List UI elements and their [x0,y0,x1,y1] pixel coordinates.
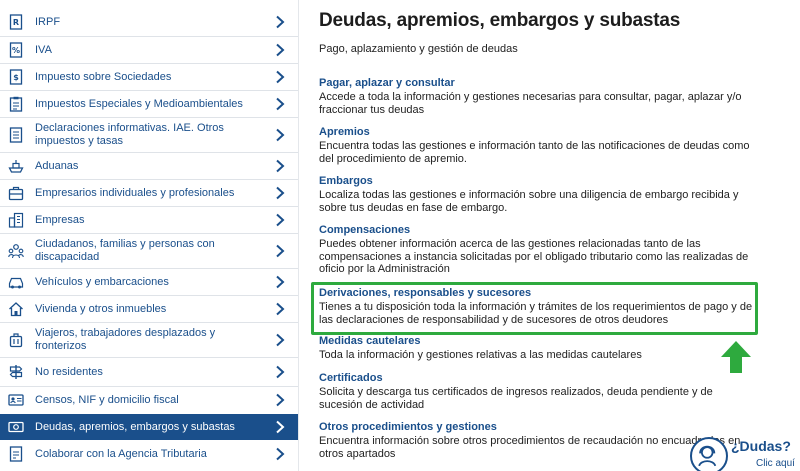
sidebar-item-iva[interactable]: % IVA [0,37,298,63]
briefcase-icon [8,186,24,201]
page-subtitle: Pago, aplazamiento y gestión de deudas [319,43,518,55]
section-link[interactable]: Compensaciones [319,224,759,237]
sidebar-item-label: Deudas, apremios, embargos y subastas [35,420,235,433]
people-icon [8,244,24,259]
sidebar-item-label: IRPF [35,15,61,28]
sidebar-item-label: Impuesto sobre Sociedades [35,70,172,83]
chevron-right-icon [276,244,285,258]
chevron-right-icon [276,393,285,407]
chevron-right-icon [276,420,285,434]
section-link[interactable]: Medidas cautelares [319,335,759,348]
sidebar-item-irpf[interactable]: R IRPF [0,8,298,36]
svg-text:%: % [12,46,20,55]
sidebar-item-viajeros[interactable]: Viajeros, trabajadores desplazados y fro… [0,323,298,357]
sidebar-item-vehiculos[interactable]: Vehículos y embarcaciones [0,269,298,295]
luggage-icon [9,333,23,348]
sidebar-item-label: Ciudadanos, familias y personas con disc… [35,238,215,263]
sidebar-item-no-residentes[interactable]: No residentes [0,358,298,386]
section-description: Tienes a tu disposición toda la informac… [319,301,753,326]
chevron-right-icon [276,43,285,57]
sidebar-item-label: Vehículos y embarcaciones [35,275,169,288]
money-icon [8,421,24,433]
chevron-right-icon [276,447,285,461]
section-description: Puedes obtener información acerca de las… [319,238,749,276]
help-click[interactable]: Clic aquí [756,458,795,469]
section-description: Toda la información y gestiones relativa… [319,349,642,361]
section-certificados: Certificados Solicita y descarga tus cer… [319,372,759,411]
car-icon [8,277,24,289]
id-card-icon [8,394,24,406]
section-link[interactable]: Derivaciones, responsables y sucesores [319,287,759,300]
page-title: Deudas, apremios, embargos y subastas [319,10,681,31]
section-link[interactable]: Apremios [319,126,759,139]
section-embargos: Embargos Localiza todas las gestiones e … [319,175,759,214]
sidebar-item-declaraciones[interactable]: Declaraciones informativas. IAE. Otros i… [0,118,298,152]
section-description: Solicita y descarga tus certificados de … [319,386,713,411]
section-description: Encuentra todas las gestiones e informac… [319,140,750,165]
sidebar-item-label: Censos, NIF y domicilio fiscal [35,393,179,406]
form-icon [9,127,23,143]
signpost-icon [9,365,23,379]
sidebar-item-label: Colaborar con la Agencia Tributaria [35,447,207,460]
clipboard-icon [9,96,23,112]
svg-text:$: $ [13,73,19,82]
iva-document-icon: % [9,42,23,58]
sidebar-divider [298,0,299,471]
chevron-right-icon [276,333,285,347]
sidebar-item-label: Impuestos Especiales y Medioambientales [35,97,243,110]
svg-text:R: R [13,18,19,27]
chevron-right-icon [276,186,285,200]
irpf-document-icon: R [9,14,23,30]
help-question: ¿Dudas? [731,438,791,454]
section-description: Localiza todas las gestiones e informaci… [319,189,739,214]
sidebar-item-vivienda[interactable]: Vivienda y otros inmuebles [0,296,298,322]
sidebar-item-aduanas[interactable]: Aduanas [0,153,298,179]
section-compensaciones: Compensaciones Puedes obtener informació… [319,224,759,276]
sidebar-item-especiales[interactable]: Impuestos Especiales y Medioambientales [0,91,298,117]
building-icon [8,212,24,228]
section-pagar: Pagar, aplazar y consultar Accede a toda… [319,77,759,116]
section-link[interactable]: Otros procedimientos y gestiones [319,421,759,434]
chevron-right-icon [276,128,285,142]
sidebar-item-label: IVA [35,43,52,56]
sidebar-item-empresas[interactable]: Empresas [0,207,298,233]
sidebar-item-censos[interactable]: Censos, NIF y domicilio fiscal [0,387,298,413]
support-agent-icon [690,437,728,471]
sociedades-document-icon: $ [9,69,23,85]
section-description: Accede a toda la información y gestiones… [319,91,742,116]
chevron-right-icon [276,15,285,29]
chevron-right-icon [276,302,285,316]
chevron-right-icon [276,70,285,84]
sidebar-item-label: Viajeros, trabajadores desplazados y fro… [35,327,216,352]
help-widget[interactable]: ¿Dudas? Clic aquí [688,434,800,471]
sidebar-item-label: Empresarios individuales y profesionales [35,186,235,199]
ship-icon [8,160,24,173]
sidebar-item-label: Empresas [35,213,85,226]
section-derivaciones: Derivaciones, responsables y sucesores T… [319,287,759,326]
sidebar-item-label: No residentes [35,365,103,378]
handshake-document-icon [9,446,23,462]
chevron-right-icon [276,159,285,173]
section-medidas: Medidas cautelares Toda la información y… [319,335,759,362]
sidebar-item-sociedades[interactable]: $ Impuesto sobre Sociedades [0,64,298,90]
chevron-right-icon [276,213,285,227]
house-icon [9,302,23,317]
sidebar-item-deudas[interactable]: Deudas, apremios, embargos y subastas [0,414,298,440]
section-link[interactable]: Pagar, aplazar y consultar [319,77,759,90]
section-link[interactable]: Certificados [319,372,759,385]
sidebar-item-empresarios[interactable]: Empresarios individuales y profesionales [0,180,298,206]
chevron-right-icon [276,275,285,289]
sidebar-item-label: Aduanas [35,159,79,172]
sidebar-item-colaborar[interactable]: Colaborar con la Agencia Tributaria [0,441,298,467]
section-link[interactable]: Embargos [319,175,759,188]
chevron-right-icon [276,365,285,379]
sidebar-item-label: Declaraciones informativas. IAE. Otros i… [35,122,224,147]
sidebar-nav: R IRPF % IVA $ Impuesto sobre Sociedades… [0,0,298,471]
chevron-right-icon [276,97,285,111]
section-apremios: Apremios Encuentra todas las gestiones e… [319,126,759,165]
sidebar-item-label: Vivienda y otros inmuebles [35,302,167,315]
sidebar-item-ciudadanos[interactable]: Ciudadanos, familias y personas con disc… [0,234,298,268]
